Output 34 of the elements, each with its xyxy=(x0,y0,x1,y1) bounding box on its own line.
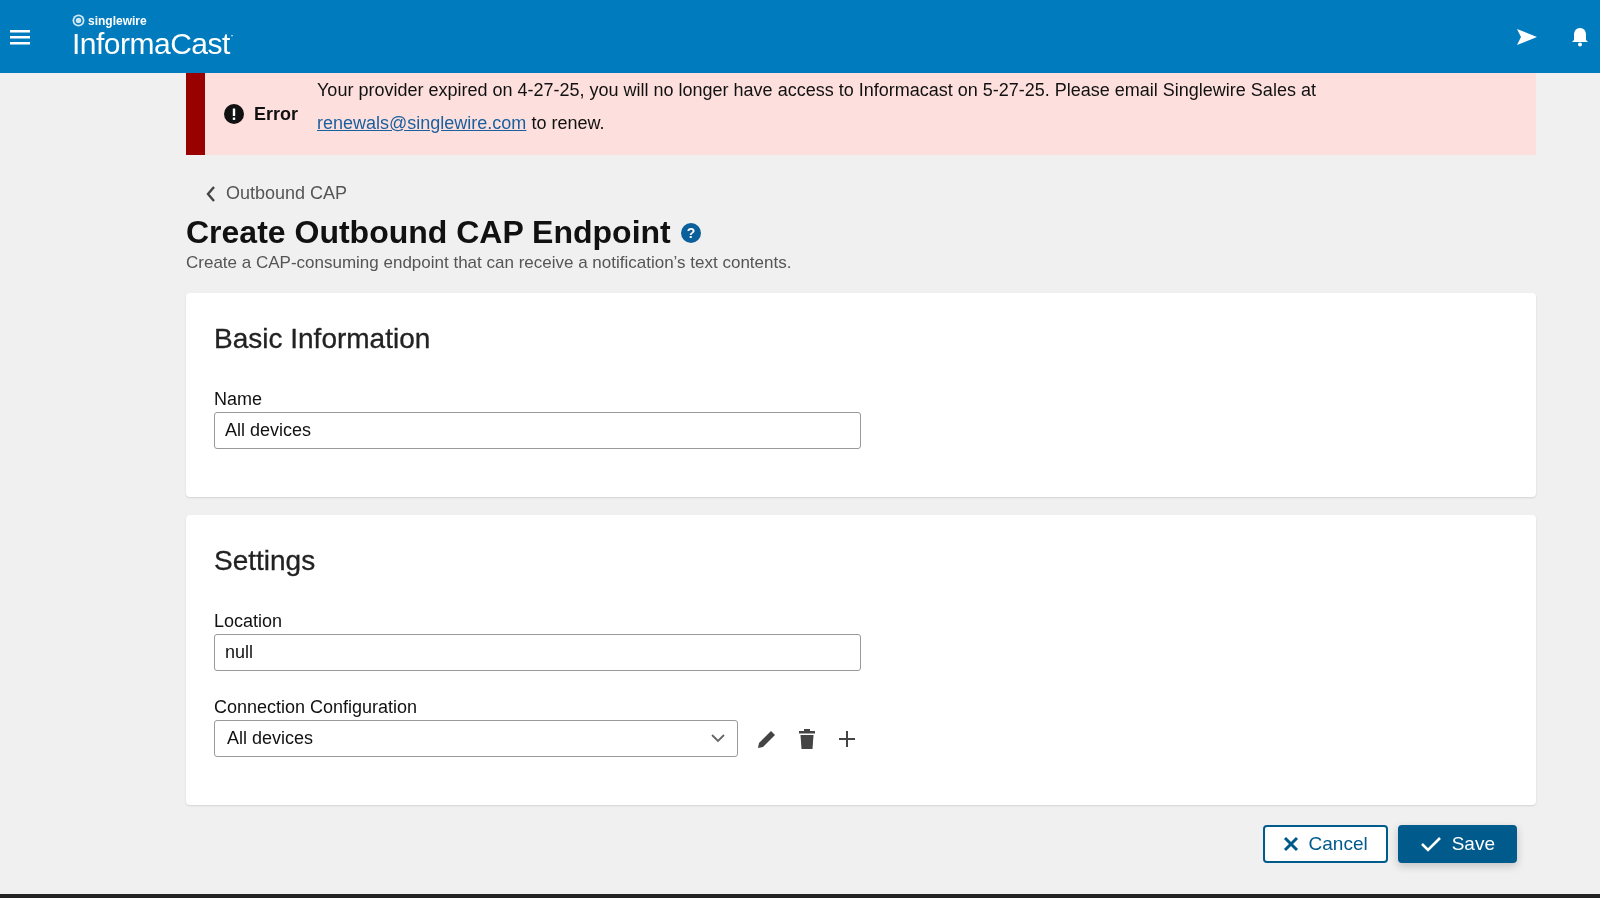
back-link[interactable]: Outbound CAP xyxy=(206,183,348,204)
field-label: Location xyxy=(214,611,284,632)
trademark-mark: · xyxy=(229,27,234,42)
notifications-button[interactable] xyxy=(1570,26,1590,47)
page-description: Create a CAP-consuming endpoint that can receive a notification’s text contents. xyxy=(186,253,793,273)
section-title: Settings xyxy=(214,545,317,577)
chevron-down-icon xyxy=(711,734,725,743)
menu-icon xyxy=(10,27,30,46)
cancel-button[interactable]: Cancel xyxy=(1262,825,1388,863)
checkmark-icon xyxy=(1419,836,1442,852)
alert-icon xyxy=(224,104,244,124)
logo-icon xyxy=(72,14,85,27)
help-icon[interactable]: ? xyxy=(680,222,701,243)
chevron-left-icon xyxy=(206,185,216,202)
email-link[interactable]: renewals@singlewire.com xyxy=(317,113,527,133)
save-button[interactable]: Save xyxy=(1397,825,1517,863)
app-logo-text: InformaCast xyxy=(72,27,230,60)
page-title: Create Outbound CAP Endpoint xyxy=(186,214,671,251)
dropdown[interactable]: All devices xyxy=(214,720,738,757)
close-icon xyxy=(1282,836,1299,852)
error-message: Your provider expired on 4-27-25, you will no longer have access to Informacast on 5-27-25. Please email Singlewire Sales at renewals@singlewire.com to renew. xyxy=(317,79,1317,135)
menu-button[interactable] xyxy=(10,27,30,46)
field-label: Connection Configuration xyxy=(214,697,419,718)
section-title: Basic Information xyxy=(214,323,432,355)
delete-button[interactable] xyxy=(796,727,818,750)
trash-icon xyxy=(796,727,818,750)
brand-tagline: singlewire xyxy=(88,13,147,28)
send-button[interactable] xyxy=(1516,27,1538,46)
text-field[interactable]: All devices xyxy=(214,412,861,449)
bell-icon xyxy=(1570,26,1590,47)
field-label: Name xyxy=(214,389,263,410)
text-field[interactable]: null xyxy=(214,634,861,671)
error-label: Error xyxy=(254,103,298,125)
send-icon xyxy=(1516,27,1538,46)
